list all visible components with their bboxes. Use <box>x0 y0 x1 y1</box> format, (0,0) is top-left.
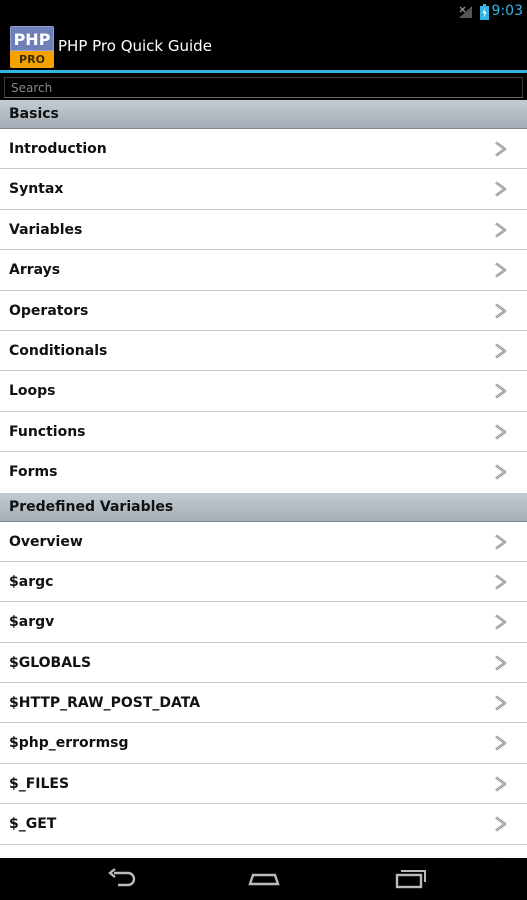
clock: 9:03 <box>491 3 523 19</box>
chevron-right-icon <box>493 181 507 197</box>
app-logo-top: PHP <box>10 26 54 51</box>
list-item-php-errormsg[interactable]: $php_errormsg <box>0 723 527 764</box>
list-item-globals[interactable]: $GLOBALS <box>0 642 527 684</box>
list-item-conditionals[interactable]: Conditionals <box>0 330 527 372</box>
list-item-functions[interactable]: Functions <box>0 411 527 453</box>
list-item-label: Functions <box>9 423 86 440</box>
list-item-files[interactable]: $_FILES <box>0 763 527 805</box>
list-item-label: Forms <box>9 464 58 481</box>
chevron-right-icon <box>493 533 507 550</box>
list-item-label: $php_errormsg <box>9 735 129 752</box>
chevron-right-icon <box>493 614 507 630</box>
section-header-basics: Basics <box>0 100 527 129</box>
list-item-variables[interactable]: Variables <box>0 209 527 251</box>
chevron-right-icon <box>493 303 507 319</box>
navigation-bar <box>0 858 527 900</box>
chevron-right-icon <box>493 141 507 157</box>
chevron-right-icon <box>493 222 507 238</box>
list-item-loops[interactable]: Loops <box>0 371 527 412</box>
no-signal-icon <box>459 6 472 18</box>
list-item-argc[interactable]: $argc <box>0 561 527 603</box>
chevron-right-icon <box>493 343 507 359</box>
list-item-label: Overview <box>9 533 83 550</box>
app-logo[interactable]: PHP PRO <box>10 26 54 68</box>
chevron-right-icon <box>493 424 507 440</box>
list-item-label: $_GET <box>9 816 57 833</box>
list-item-label: Conditionals <box>9 342 108 359</box>
list-item-label: $GLOBALS <box>9 654 92 671</box>
list-item-operators[interactable]: Operators <box>0 290 527 331</box>
chevron-right-icon <box>493 262 507 278</box>
list-item-syntax[interactable]: Syntax <box>0 169 527 210</box>
home-icon[interactable] <box>246 866 282 892</box>
topic-list[interactable]: Basics Introduction Syntax Variables Arrays… <box>0 100 527 858</box>
list-item-post[interactable]: $_POST <box>0 844 527 858</box>
status-bar: 9:03 <box>0 0 527 24</box>
list-item-get[interactable]: $_GET <box>0 804 527 845</box>
search-input[interactable] <box>4 77 523 98</box>
section-header-predefined-variables: Predefined Variables <box>0 492 527 522</box>
chevron-right-icon <box>493 574 507 590</box>
list-item-label: $_FILES <box>9 775 70 792</box>
list-item-argv[interactable]: $argv <box>0 602 527 643</box>
action-bar: PHP PRO PHP Pro Quick Guide <box>0 24 527 70</box>
recents-icon[interactable] <box>392 866 426 892</box>
list-item-forms[interactable]: Forms <box>0 452 527 493</box>
list-item-arrays[interactable]: Arrays <box>0 250 527 291</box>
list-item-http-raw-post-data[interactable]: $HTTP_RAW_POST_DATA <box>0 683 527 724</box>
chevron-right-icon <box>493 695 507 711</box>
app-logo-bottom: PRO <box>10 51 54 68</box>
list-item-label: $argv <box>9 614 55 631</box>
battery-icon <box>480 4 489 20</box>
back-icon[interactable] <box>106 866 138 892</box>
chevron-right-icon <box>493 655 507 671</box>
list-item-introduction[interactable]: Introduction <box>0 129 527 170</box>
list-item-label: $_POST <box>9 845 68 858</box>
list-item-label: Loops <box>9 383 56 400</box>
chevron-right-icon <box>493 383 507 399</box>
list-item-label: Syntax <box>9 181 64 198</box>
list-item-label: $HTTP_RAW_POST_DATA <box>9 695 201 712</box>
search-bar <box>0 73 527 100</box>
chevron-right-icon <box>493 735 507 752</box>
list-item-label: Arrays <box>9 262 61 279</box>
list-item-label: Introduction <box>9 141 107 157</box>
list-item-label: Operators <box>9 302 89 319</box>
list-item-label: Variables <box>9 221 83 238</box>
chevron-right-icon <box>493 816 507 832</box>
chevron-right-icon <box>493 464 507 480</box>
list-item-label: $argc <box>9 573 54 590</box>
chevron-right-icon <box>493 776 507 792</box>
app-title: PHP Pro Quick Guide <box>58 37 212 55</box>
list-item-overview[interactable]: Overview <box>0 521 527 562</box>
